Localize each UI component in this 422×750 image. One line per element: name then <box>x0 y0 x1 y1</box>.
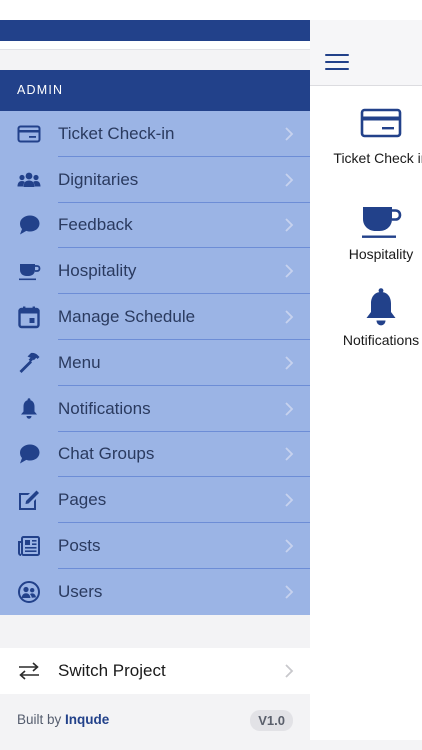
chevron-right-icon <box>285 356 294 370</box>
tile-notifications[interactable]: Notifications <box>310 286 422 349</box>
menu-item-label: Posts <box>58 536 101 556</box>
navigation-drawer: ADMIN Ticket Check-in Dignitaries Feedba… <box>0 0 310 750</box>
switch-project-button[interactable]: Switch Project <box>0 648 310 694</box>
chevron-right-icon <box>285 173 294 187</box>
version-badge: V1.0 <box>250 710 293 731</box>
chevron-right-icon <box>285 539 294 553</box>
swap-arrows-icon <box>19 662 39 680</box>
coffee-cup-icon <box>16 258 42 284</box>
drawer-top-spacer <box>0 41 310 49</box>
tile-hospitality[interactable]: Hospitality <box>310 200 422 263</box>
chevron-right-icon <box>285 664 294 678</box>
chat-bubbles-icon <box>16 441 42 467</box>
menu-item-notifications[interactable]: Notifications <box>0 386 310 432</box>
chevron-right-icon <box>285 402 294 416</box>
section-header-admin: ADMIN <box>0 70 310 111</box>
switch-gap <box>0 615 310 648</box>
menu-item-hospitality[interactable]: Hospitality <box>0 248 310 295</box>
bell-icon <box>16 396 42 422</box>
coffee-cup-icon <box>359 200 403 244</box>
drawer-top-bar <box>0 20 310 41</box>
tile-label: Notifications <box>342 332 420 348</box>
newspaper-icon <box>16 533 42 559</box>
menu-item-label: Notifications <box>58 398 151 418</box>
menu-item-label: Manage Schedule <box>58 307 196 327</box>
chevron-right-icon <box>285 585 294 599</box>
menu-item-manage-schedule[interactable]: Manage Schedule <box>0 294 310 340</box>
ticket-card-icon <box>16 121 42 147</box>
menu-item-label: Feedback <box>58 215 133 235</box>
menu-item-users[interactable]: Users <box>0 569 310 615</box>
main-content: Ticket Check in Hospitality Notification… <box>310 0 422 750</box>
menu-item-label: Users <box>58 581 103 601</box>
menu-item-label: Chat Groups <box>58 444 155 464</box>
status-bar <box>310 0 422 20</box>
tile-label: Ticket Check in <box>333 150 422 166</box>
chevron-right-icon <box>285 493 294 507</box>
drawer-footer: Built by Inqude V1.0 <box>0 694 310 750</box>
main-nav-bar <box>310 20 422 86</box>
menu-item-label: Pages <box>58 490 107 510</box>
built-by-prefix: Built by <box>17 712 62 727</box>
menu-item-chat-groups[interactable]: Chat Groups <box>0 432 310 478</box>
user-circle-icon <box>16 579 42 605</box>
edit-page-icon <box>16 487 42 513</box>
tile-ticket-check-in[interactable]: Ticket Check in <box>310 104 422 167</box>
menu-item-menu[interactable]: Menu <box>0 340 310 386</box>
main-bottom-strip <box>310 740 422 750</box>
hammer-icon <box>16 350 42 376</box>
brand-link[interactable]: Inqude <box>65 712 109 727</box>
menu-item-label: Menu <box>58 352 101 372</box>
menu-item-pages[interactable]: Pages <box>0 477 310 524</box>
chevron-right-icon <box>285 310 294 324</box>
menu-item-ticket-check-in[interactable]: Ticket Check-in <box>0 111 310 157</box>
switch-project-label: Switch Project <box>58 661 166 680</box>
menu-item-posts[interactable]: Posts <box>0 523 310 569</box>
calendar-icon <box>16 304 42 330</box>
menu-item-dignitaries[interactable]: Dignitaries <box>0 157 310 203</box>
admin-menu-list: Ticket Check-in Dignitaries Feedback Hos… <box>0 111 310 615</box>
chevron-right-icon <box>285 447 294 462</box>
menu-item-label: Ticket Check-in <box>58 123 175 143</box>
built-by-text: Built by Inqude <box>17 712 109 727</box>
chevron-right-icon <box>285 218 294 233</box>
ticket-card-icon <box>359 104 403 148</box>
hamburger-menu-icon[interactable] <box>325 54 349 70</box>
chevron-right-icon <box>285 127 294 141</box>
status-bar <box>0 0 310 20</box>
drawer-gap <box>0 49 310 70</box>
tile-label: Hospitality <box>348 246 414 262</box>
chat-bubble-icon <box>16 212 42 238</box>
menu-item-label: Hospitality <box>58 261 137 281</box>
chevron-right-icon <box>285 264 294 278</box>
menu-item-feedback[interactable]: Feedback <box>0 203 310 249</box>
menu-item-label: Dignitaries <box>58 169 139 189</box>
bell-icon <box>359 286 403 330</box>
people-group-icon <box>16 167 42 193</box>
